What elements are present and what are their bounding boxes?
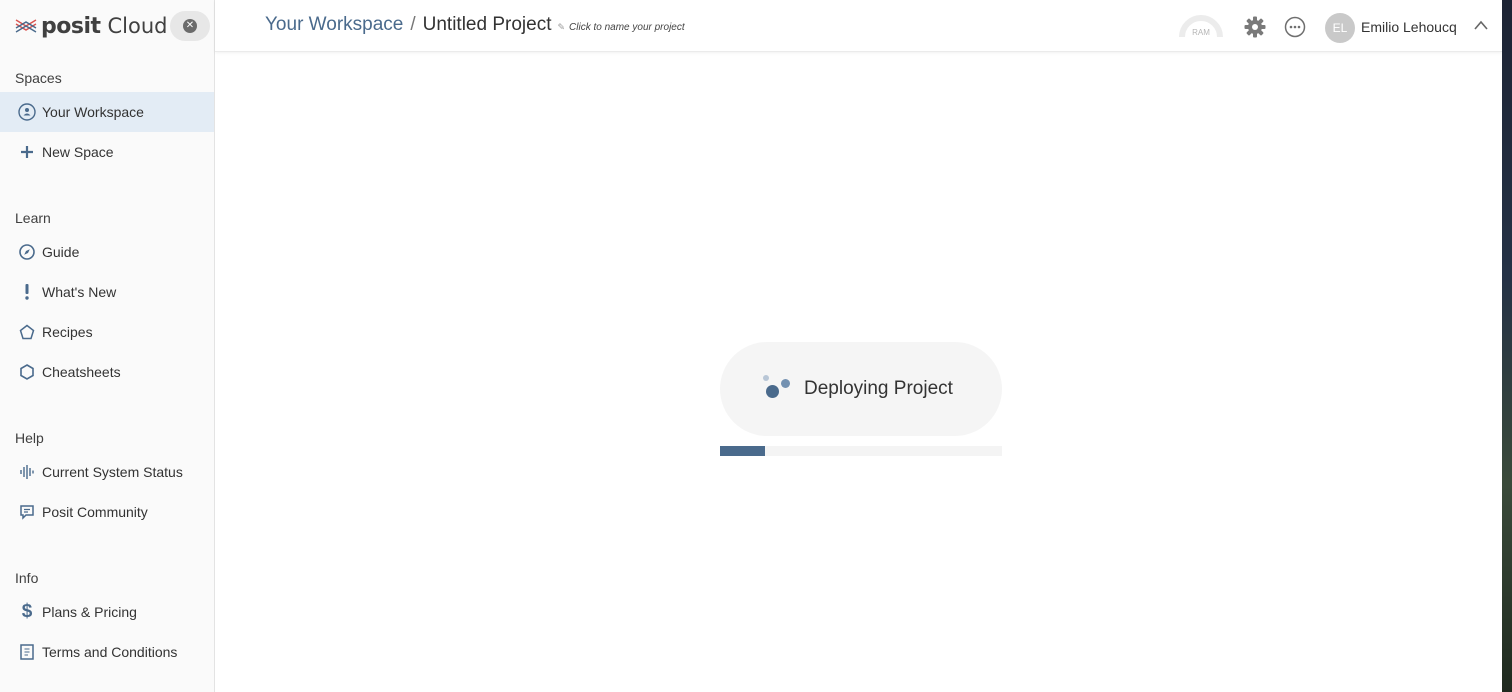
- sidebar-item-label: Recipes: [42, 324, 93, 340]
- ram-label: RAM: [1192, 28, 1210, 37]
- breadcrumb-workspace-link[interactable]: Your Workspace: [265, 14, 403, 36]
- sidebar-item-guide[interactable]: Guide: [0, 232, 214, 272]
- deploying-status-card: Deploying Project: [720, 342, 1002, 436]
- chat-icon: [17, 502, 37, 522]
- section-title-info: Info: [15, 570, 39, 586]
- project-title[interactable]: Untitled Project: [423, 14, 552, 36]
- deploy-progress-fill: [720, 446, 766, 456]
- deploy-progress-bar: [720, 446, 1002, 456]
- exclamation-icon: [17, 282, 37, 302]
- loading-spinner-icon: [762, 374, 794, 404]
- pulse-icon: [17, 462, 37, 482]
- ram-gauge-icon[interactable]: RAM: [1179, 14, 1223, 38]
- sidebar-item-whats-new[interactable]: What's New: [0, 272, 214, 312]
- avatar[interactable]: EL: [1325, 13, 1355, 43]
- recipe-icon: [17, 322, 37, 342]
- sidebar-item-new-space[interactable]: New Space: [0, 132, 214, 172]
- sidebar-item-your-workspace[interactable]: Your Workspace: [0, 92, 214, 132]
- user-circle-icon: [17, 102, 37, 122]
- sidebar-item-label: What's New: [42, 284, 117, 300]
- sidebar: posit Cloud ✕ Spaces Your Workspace New …: [0, 0, 215, 692]
- sidebar-item-system-status[interactable]: Current System Status: [0, 452, 214, 492]
- sidebar-item-label: Your Workspace: [42, 104, 144, 120]
- brand-product: Cloud: [107, 14, 168, 38]
- breadcrumb-separator: /: [410, 14, 416, 35]
- brand-name: posit: [41, 13, 101, 39]
- dollar-icon: $: [21, 601, 33, 622]
- more-options-icon[interactable]: [1284, 16, 1306, 38]
- sidebar-item-label: Plans & Pricing: [42, 604, 137, 620]
- hexagon-icon: [17, 362, 37, 382]
- pencil-icon: ✎: [557, 22, 566, 32]
- collapse-sidebar-button[interactable]: ✕: [170, 11, 210, 41]
- sidebar-item-label: Terms and Conditions: [42, 644, 178, 660]
- sidebar-item-terms[interactable]: Terms and Conditions: [0, 632, 214, 672]
- section-title-learn: Learn: [15, 210, 51, 226]
- top-header: Your Workspace / Untitled Project ✎ Click…: [215, 0, 1502, 52]
- sidebar-item-label: Guide: [42, 244, 80, 260]
- document-icon: [17, 642, 37, 662]
- plus-icon: [17, 142, 37, 162]
- sidebar-item-label: New Space: [42, 144, 114, 160]
- user-name[interactable]: Emilio Lehoucq: [1361, 19, 1457, 35]
- window-edge: [1502, 0, 1512, 692]
- compass-icon: [17, 242, 37, 262]
- sidebar-item-label: Current System Status: [42, 464, 183, 480]
- sidebar-item-recipes[interactable]: Recipes: [0, 312, 214, 352]
- sidebar-item-label: Cheatsheets: [42, 364, 121, 380]
- deploying-status-text: Deploying Project: [804, 378, 953, 399]
- posit-cloud-logo[interactable]: posit Cloud: [14, 11, 168, 41]
- settings-gear-icon[interactable]: [1244, 16, 1266, 38]
- rename-project-hint[interactable]: ✎ Click to name your project: [557, 22, 684, 33]
- close-icon: ✕: [183, 19, 197, 33]
- sidebar-item-posit-community[interactable]: Posit Community: [0, 492, 214, 532]
- section-title-help: Help: [15, 430, 44, 446]
- sidebar-item-cheatsheets[interactable]: Cheatsheets: [0, 352, 214, 392]
- posit-logo-icon: [15, 19, 37, 33]
- chevron-up-icon[interactable]: [1473, 18, 1489, 32]
- section-title-spaces: Spaces: [15, 70, 62, 86]
- sidebar-item-label: Posit Community: [42, 504, 148, 520]
- sidebar-item-plans-pricing[interactable]: $ Plans & Pricing: [0, 592, 214, 632]
- breadcrumb: Your Workspace / Untitled Project ✎ Click…: [265, 14, 685, 36]
